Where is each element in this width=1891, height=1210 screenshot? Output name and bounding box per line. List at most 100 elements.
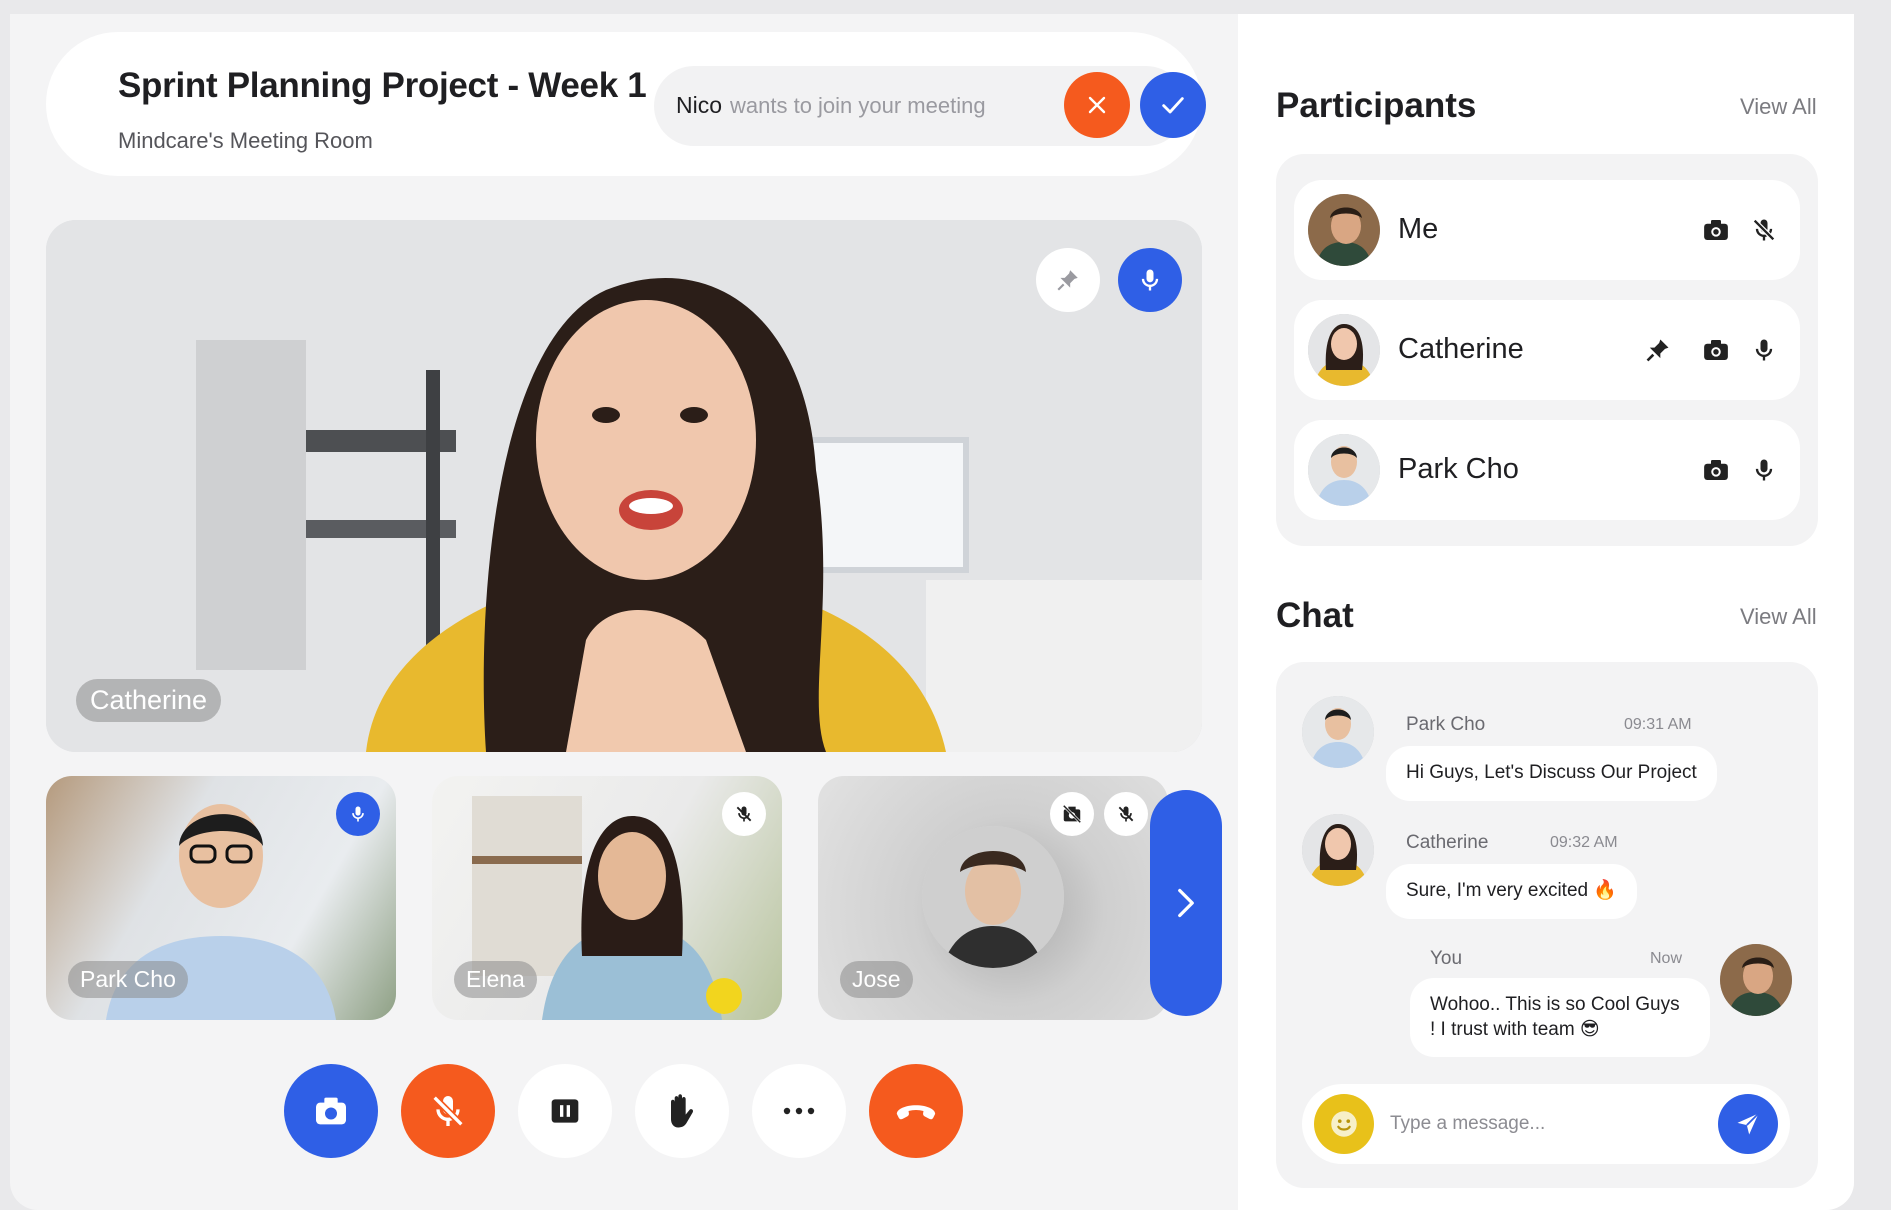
participant-name-label: Jose (840, 961, 913, 998)
meeting-header: Sprint Planning Project - Week 1 Mindcar… (46, 32, 1206, 176)
camera-icon (1704, 460, 1728, 480)
message-time: Now (1650, 950, 1683, 967)
message-time: 09:31 AM (1624, 716, 1692, 733)
mic-off-icon (1753, 219, 1775, 241)
camera-icon (1704, 220, 1728, 240)
check-icon (1162, 97, 1184, 114)
end-call-icon (896, 1105, 936, 1120)
message-sender: You (1430, 948, 1463, 969)
end-call-button[interactable] (869, 1064, 963, 1158)
emoji-button[interactable] (1314, 1094, 1374, 1154)
participant-name: Catherine (1398, 333, 1524, 365)
side-panel: Participants View All Me Catherine Park … (1238, 14, 1854, 1210)
send-icon (1737, 1112, 1760, 1135)
mic-toggle[interactable] (1744, 210, 1784, 250)
mic-off-icon (736, 806, 752, 822)
camera-toggle[interactable] (1696, 450, 1736, 490)
participant-avatar (922, 826, 1064, 968)
message-sender: Park Cho (1406, 714, 1486, 735)
message-bubble: Sure, I'm very excited 🔥 (1386, 864, 1638, 919)
message-sender: Catherine (1406, 832, 1489, 853)
message-input[interactable] (1390, 1104, 1690, 1144)
speaker-mic-button[interactable] (1118, 248, 1182, 312)
raise-hand-button[interactable] (635, 1064, 729, 1158)
avatar (1308, 314, 1380, 386)
avatar (1308, 194, 1380, 266)
message-time: 09:32 AM (1550, 834, 1618, 851)
avatar-image (1720, 944, 1792, 1016)
chevron-right-icon (1178, 888, 1194, 918)
pause-icon (551, 1099, 579, 1123)
smiley-icon (1331, 1111, 1357, 1137)
participant-row-catherine[interactable]: Catherine (1294, 300, 1800, 400)
mic-icon (1141, 269, 1159, 291)
avatar-image (922, 826, 1064, 968)
participant-mic-indicator[interactable] (336, 792, 380, 836)
speaker-name-label: Catherine (76, 679, 222, 722)
mic-toggle[interactable] (1744, 330, 1784, 370)
pause-button[interactable] (518, 1064, 612, 1158)
mute-toggle-button[interactable] (401, 1064, 495, 1158)
pin-speaker-button[interactable] (1036, 248, 1100, 312)
pin-icon (1646, 339, 1669, 362)
participant-tile-elena[interactable]: Elena (432, 776, 782, 1020)
participants-view-all-link[interactable]: View All (1740, 94, 1817, 120)
mic-off-icon (432, 1095, 464, 1127)
pin-icon (1057, 270, 1078, 291)
message-composer (1302, 1084, 1790, 1164)
participant-mic-indicator[interactable] (1104, 792, 1148, 836)
mic-icon (352, 806, 364, 822)
join-request-name: Nico (676, 92, 723, 118)
message-bubble: Hi Guys, Let's Discuss Our Project (1386, 746, 1717, 801)
join-request-banner: Nico wants to join your meeting (654, 66, 1206, 146)
participant-row-park-cho[interactable]: Park Cho (1294, 420, 1800, 520)
more-icon (783, 1107, 815, 1115)
chat-title: Chat (1276, 596, 1354, 635)
camera-toggle[interactable] (1696, 210, 1736, 250)
speaker-video-feed (46, 220, 1202, 752)
meeting-room-name: Mindcare's Meeting Room (118, 128, 373, 153)
participants-list: Me Catherine Park Cho (1276, 154, 1818, 546)
participant-row-me[interactable]: Me (1294, 180, 1800, 280)
avatar (1308, 434, 1380, 506)
participant-name-label: Elena (454, 961, 537, 998)
more-options-button[interactable] (752, 1064, 846, 1158)
participant-camera-indicator[interactable] (1050, 792, 1094, 836)
camera-icon (316, 1097, 346, 1125)
decline-join-button[interactable] (1064, 72, 1130, 138)
meeting-app: Sprint Planning Project - Week 1 Mindcar… (10, 14, 1854, 1210)
mic-off-icon (1118, 806, 1134, 822)
chat-view-all-link[interactable]: View All (1740, 604, 1817, 630)
avatar-image (1302, 814, 1374, 886)
send-message-button[interactable] (1718, 1094, 1778, 1154)
camera-toggle-button[interactable] (284, 1064, 378, 1158)
meeting-title: Sprint Planning Project - Week 1 (118, 66, 647, 105)
chat-panel: Park Cho 09:31 AM Hi Guys, Let's Discuss… (1276, 662, 1818, 1188)
avatar (1302, 696, 1374, 768)
camera-icon (1704, 340, 1728, 360)
participant-name-label: Park Cho (68, 961, 188, 998)
participant-mic-indicator[interactable] (722, 792, 766, 836)
join-request-message: wants to join your meeting (730, 93, 986, 118)
pin-toggle[interactable] (1638, 330, 1678, 370)
participant-tile-jose[interactable]: Jose (818, 776, 1168, 1020)
avatar-image (1308, 434, 1380, 506)
accept-join-button[interactable] (1140, 72, 1206, 138)
camera-toggle[interactable] (1696, 330, 1736, 370)
message-bubble: Wohoo.. This is so Cool Guys ! I trust w… (1410, 978, 1710, 1058)
avatar-image (1302, 696, 1374, 768)
close-icon (1088, 96, 1106, 114)
avatar-image (1308, 194, 1380, 266)
participant-name: Park Cho (1398, 453, 1519, 485)
participants-title: Participants (1276, 86, 1477, 125)
camera-off-icon (1062, 804, 1082, 824)
avatar-image (1308, 314, 1380, 386)
mic-toggle[interactable] (1744, 450, 1784, 490)
avatar (1302, 814, 1374, 886)
next-participants-button[interactable] (1150, 790, 1222, 1016)
participant-tile-park-cho[interactable]: Park Cho (46, 776, 396, 1020)
mic-icon (1755, 459, 1773, 481)
main-video-tile[interactable]: Catherine (46, 220, 1202, 752)
raise-hand-icon (671, 1094, 694, 1128)
mic-icon (1755, 339, 1773, 361)
